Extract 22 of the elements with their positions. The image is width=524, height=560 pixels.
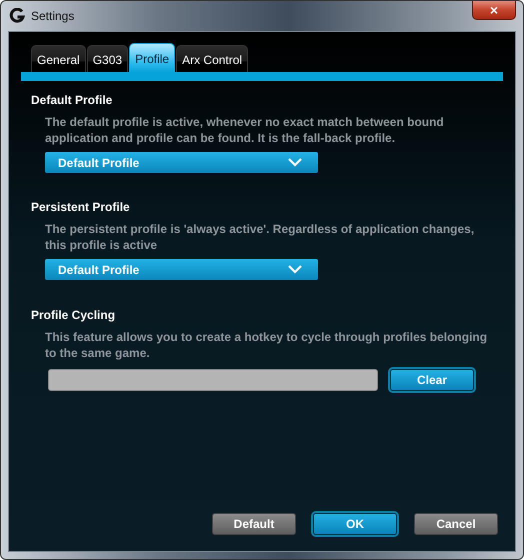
section-heading: Default Profile [31, 93, 114, 107]
window-title: Settings [31, 9, 74, 23]
g-logo-icon [9, 8, 25, 24]
dialog-button[interactable]: Cancel [414, 513, 498, 535]
clear-button[interactable]: Clear [390, 369, 474, 391]
section-heading: Persistent Profile [31, 200, 131, 214]
dialog-button[interactable]: OK [313, 513, 397, 535]
chevron-down-icon [288, 158, 302, 167]
dialog-button[interactable]: Default [212, 513, 296, 535]
chevron-down-icon [288, 265, 302, 274]
section-heading: Profile Cycling [31, 308, 116, 322]
tab[interactable]: General [31, 45, 86, 72]
section-description: The default profile is active, whenever no exact match between bound application and profile can be found. It is the fall-back profile. [45, 114, 445, 146]
profile-dropdown[interactable]: Default Profile [45, 152, 318, 173]
section-description: The persistent profile is 'always active'. Regardless of application changes, this profile is active [45, 221, 476, 253]
tab[interactable]: G303 [86, 45, 128, 72]
section-description: This feature allows you to create a hotkey to cycle through profiles belonging to the same game. [45, 329, 488, 361]
tab[interactable]: Arx Control [176, 45, 248, 72]
tab[interactable]: Profile [129, 43, 176, 72]
close-button[interactable]: × [472, 1, 516, 20]
profile-dropdown[interactable]: Default Profile [45, 259, 318, 280]
hotkey-field[interactable] [48, 369, 378, 391]
